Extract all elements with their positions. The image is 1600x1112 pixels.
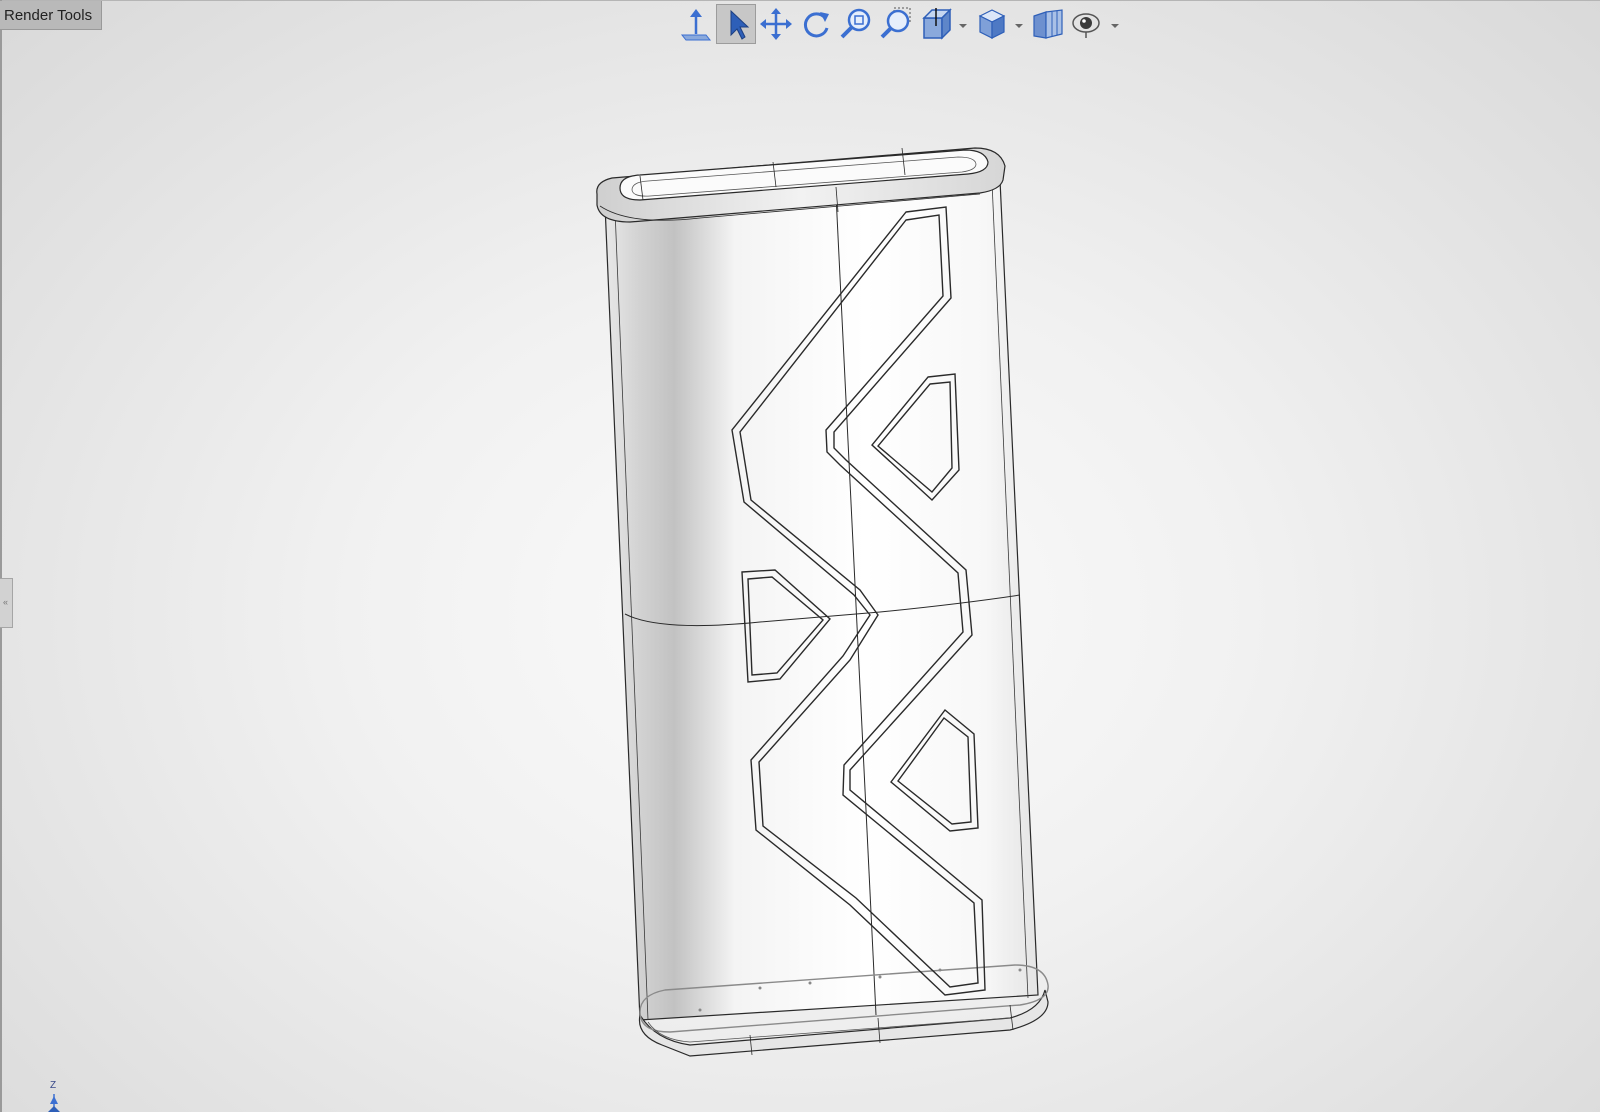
view-triad: Z <box>44 1080 64 1112</box>
3d-model-view[interactable] <box>0 0 1600 1112</box>
graphics-area[interactable]: Render Tools « Z <box>0 0 1600 1112</box>
triad-axis-icon <box>48 1094 60 1112</box>
part-body[interactable] <box>604 179 1039 1021</box>
